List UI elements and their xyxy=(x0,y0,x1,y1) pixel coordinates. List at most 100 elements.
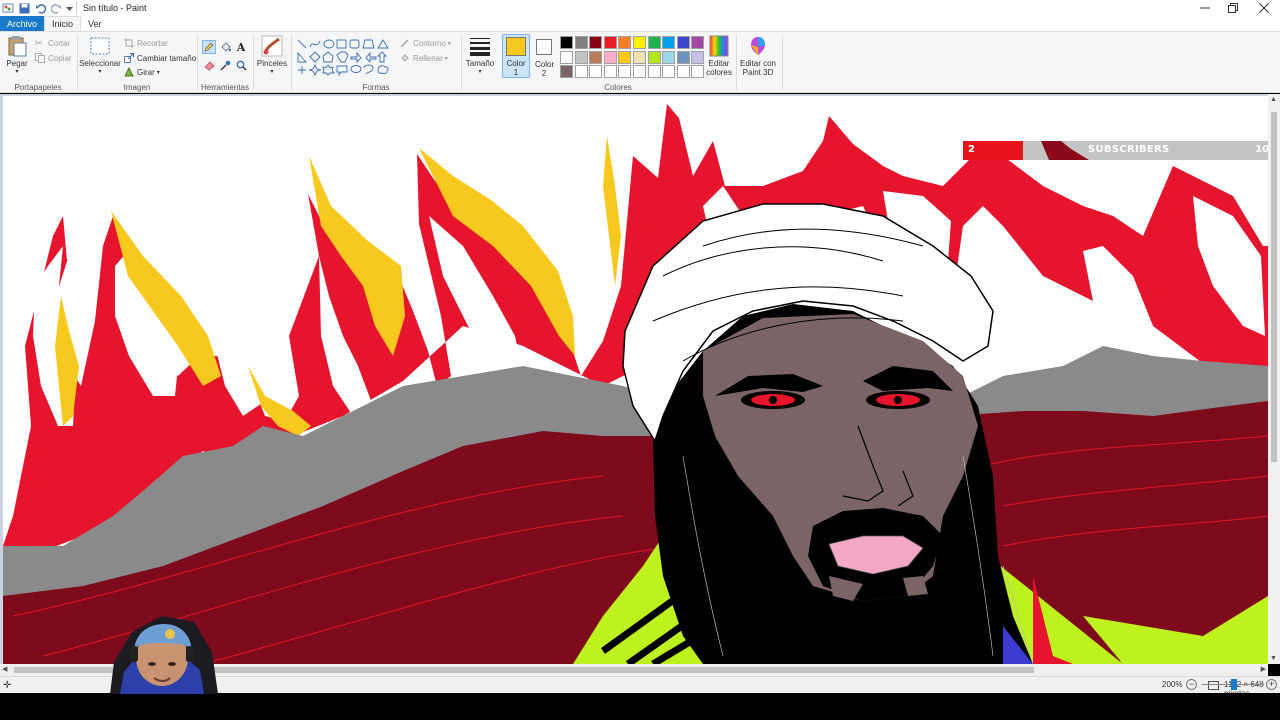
cut-label: Cortar xyxy=(48,38,71,48)
palette-swatch[interactable] xyxy=(618,36,632,49)
fill-button[interactable]: Rellenar ▾ xyxy=(400,53,448,63)
size-group: Tamaño ▾ xyxy=(462,32,498,93)
ribbon-tabs: Archivo Inicio Ver xyxy=(0,16,1280,31)
paint-app-icon[interactable] xyxy=(0,0,16,16)
palette-swatch[interactable] xyxy=(691,36,705,49)
pencil-icon[interactable] xyxy=(202,40,216,54)
crop-icon xyxy=(124,38,134,48)
select-label: Seleccionar xyxy=(79,59,121,68)
tab-home[interactable]: Inicio xyxy=(44,16,82,31)
scroll-left-icon[interactable]: ◀ xyxy=(2,665,7,673)
clipboard-group: Pegar ▾ ✂ Cortar Copiar Portapapeles xyxy=(0,32,76,93)
clipboard-group-label: Portapapeles xyxy=(14,83,62,92)
palette-swatch[interactable] xyxy=(633,65,646,79)
copy-button[interactable]: Copiar xyxy=(35,53,72,63)
tab-file[interactable]: Archivo xyxy=(0,16,45,31)
size-label: Tamaño xyxy=(465,59,495,68)
brushes-label: Pinceles xyxy=(256,59,288,68)
cut-button[interactable]: ✂ Cortar xyxy=(35,38,70,48)
image-group-label: Imagen xyxy=(123,83,151,92)
ribbon: Pegar ▾ ✂ Cortar Copiar Portapapeles Sel… xyxy=(0,31,1280,93)
group-divider xyxy=(736,36,737,90)
undo-icon[interactable] xyxy=(32,0,48,16)
palette-swatch[interactable] xyxy=(633,50,646,64)
palette-swatch[interactable] xyxy=(647,65,661,79)
scroll-down-icon[interactable]: ▼ xyxy=(1270,655,1277,662)
text-icon[interactable]: A xyxy=(234,40,248,54)
palette-swatch[interactable] xyxy=(633,36,646,49)
edit-colors-button[interactable]: Editar colores xyxy=(704,35,734,77)
restore-icon[interactable] xyxy=(1217,0,1249,16)
palette-swatch[interactable] xyxy=(662,50,676,64)
palette-swatch[interactable] xyxy=(589,36,603,49)
redo-icon[interactable] xyxy=(48,0,64,16)
magnifier-icon[interactable] xyxy=(234,58,248,72)
paint-window: Sin título - Paint Archivo Inicio Ver Pe… xyxy=(0,0,1280,720)
palette-swatch[interactable] xyxy=(574,36,588,49)
select-button[interactable]: Seleccionar ▾ xyxy=(79,35,121,77)
palette-swatch[interactable] xyxy=(589,65,603,79)
color2-label: Color 2 xyxy=(535,60,555,78)
paint3d-button[interactable]: Editar con Paint 3D xyxy=(738,35,778,77)
edit-colors-label: Editar colores xyxy=(706,59,732,77)
subscriber-goal: 10 xyxy=(1255,144,1269,155)
outline-button[interactable]: Contorno ▾ xyxy=(400,38,451,48)
palette-swatch[interactable] xyxy=(691,65,705,79)
palette-swatch[interactable] xyxy=(662,65,676,79)
paste-button[interactable]: Pegar ▾ xyxy=(4,35,30,77)
customize-icon[interactable] xyxy=(64,0,74,16)
shapes-gallery[interactable] xyxy=(296,38,394,76)
palette-swatch[interactable] xyxy=(647,50,661,64)
color1-button[interactable]: Color 1 xyxy=(502,34,530,78)
palette-swatch[interactable] xyxy=(560,50,573,64)
outline-label: Contorno xyxy=(413,38,446,48)
tab-view[interactable]: Ver xyxy=(81,16,109,31)
brushes-group: Pinceles ▾ xyxy=(254,32,290,93)
palette-swatch[interactable] xyxy=(647,36,661,49)
vertical-scrollbar[interactable]: ▲ ▼ xyxy=(1268,94,1280,664)
palette-swatch[interactable] xyxy=(574,50,588,64)
zoom-slider-thumb[interactable] xyxy=(1231,679,1237,690)
palette-swatch[interactable] xyxy=(603,36,617,49)
palette-swatch[interactable] xyxy=(603,50,617,64)
palette-swatch[interactable] xyxy=(603,65,617,79)
drawing-canvas[interactable] xyxy=(3,96,1268,664)
palette-swatch[interactable] xyxy=(691,50,705,64)
scroll-right-icon[interactable]: ▶ xyxy=(1261,665,1266,673)
scroll-up-icon[interactable]: ▲ xyxy=(1270,96,1277,103)
palette-swatch[interactable] xyxy=(560,65,573,79)
palette-swatch[interactable] xyxy=(589,50,603,64)
colors-group-label: Colores xyxy=(604,83,632,92)
color-picker-icon[interactable] xyxy=(218,58,232,72)
save-icon[interactable] xyxy=(16,0,32,16)
palette-swatch[interactable] xyxy=(676,36,690,49)
scissors-icon: ✂ xyxy=(35,38,43,48)
size-button[interactable]: Tamaño ▾ xyxy=(464,35,496,77)
size-icon xyxy=(470,38,490,56)
crop-button[interactable]: Recortar xyxy=(124,38,168,48)
close-icon[interactable] xyxy=(1248,0,1280,16)
color2-button[interactable]: Color 2 xyxy=(532,35,556,78)
eraser-icon[interactable] xyxy=(202,58,216,72)
webcam-overlay xyxy=(100,612,224,694)
palette-swatch[interactable] xyxy=(662,36,676,49)
edit-colors-icon xyxy=(709,35,729,57)
shapes-group: Contorno ▾ Rellenar ▾ Formas xyxy=(292,32,460,93)
subscriber-count: 2 xyxy=(968,144,975,155)
rotate-button[interactable]: Girar ▾ xyxy=(124,67,160,77)
palette-swatch[interactable] xyxy=(560,36,573,49)
fill-icon[interactable] xyxy=(218,40,232,54)
vertical-scroll-thumb[interactable] xyxy=(1271,112,1277,462)
palette-swatch[interactable] xyxy=(676,65,690,79)
select-icon xyxy=(90,37,110,55)
brushes-button[interactable]: Pinceles ▾ xyxy=(256,35,288,77)
palette-swatch[interactable] xyxy=(618,65,632,79)
palette-swatch[interactable] xyxy=(574,65,588,79)
zoom-out-icon[interactable]: − xyxy=(1186,679,1197,690)
palette-swatch[interactable] xyxy=(676,50,690,64)
outline-icon xyxy=(400,39,409,48)
color1-label: Color 1 xyxy=(506,59,526,77)
zoom-in-icon[interactable]: + xyxy=(1266,679,1277,690)
resize-button[interactable]: Cambiar tamaño xyxy=(124,53,196,63)
palette-swatch[interactable] xyxy=(618,50,632,64)
